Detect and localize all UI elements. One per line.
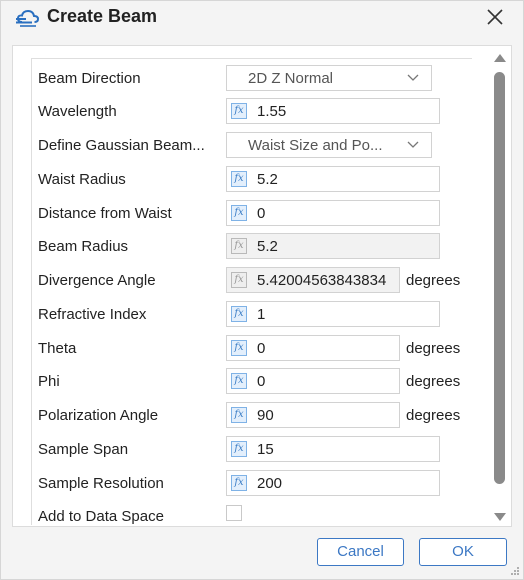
refractive-index-field[interactable]: fx 1 — [226, 301, 440, 327]
fx-expression-icon[interactable]: fx — [231, 373, 247, 389]
define-gaussian-beam-dropdown[interactable]: Waist Size and Po... — [226, 132, 432, 158]
fx-expression-icon: fx — [231, 238, 247, 254]
form-row-distance-from-waist: Distance from Waist fx 0 — [32, 199, 472, 229]
unit-label: degrees — [406, 340, 461, 357]
field-label: Divergence Angle — [38, 272, 156, 289]
form-row-add-to-data-space: Add to Data Space — [32, 502, 472, 525]
field-label: Beam Direction — [38, 70, 141, 87]
form-row-refractive-index: Refractive Index fx 1 — [32, 300, 472, 330]
field-label: Add to Data Space — [38, 508, 164, 525]
field-label: Sample Span — [38, 441, 129, 458]
form-row-theta: Theta fx 0 degrees — [32, 334, 472, 364]
form-row-polarization-angle: Polarization Angle fx 90 degrees — [32, 401, 472, 431]
divergence-angle-field: fx 5.42004563843834 — [226, 267, 400, 293]
form-row-phi: Phi fx 0 degrees — [32, 367, 472, 397]
close-icon[interactable] — [485, 7, 505, 27]
dropdown-selected-value: 2D Z Normal — [248, 70, 334, 87]
resize-grip-icon[interactable] — [510, 566, 520, 576]
field-value: 5.2 — [257, 171, 278, 188]
distance-from-waist-field[interactable]: fx 0 — [226, 200, 440, 226]
field-label: Wavelength — [38, 103, 117, 120]
create-beam-dialog: Create Beam Beam Direction 2D Z Normal Wav… — [0, 0, 524, 580]
chevron-down-icon — [407, 141, 419, 148]
form-row-sample-span: Sample Span fx 15 — [32, 435, 472, 465]
beam-direction-dropdown[interactable]: 2D Z Normal — [226, 65, 432, 91]
form-row-sample-resolution: Sample Resolution fx 200 — [32, 469, 472, 499]
field-value: 15 — [257, 441, 274, 458]
field-label: Phi — [38, 373, 60, 390]
form-row-wavelength: Wavelength fx 1.55 — [32, 97, 472, 127]
form-row-divergence-angle: Divergence Angle fx 5.42004563843834 degree… — [32, 266, 472, 296]
fx-expression-icon[interactable]: fx — [231, 205, 247, 221]
scroll-down-arrow-icon[interactable] — [494, 513, 506, 521]
beam-radius-field: fx 5.2 — [226, 233, 440, 259]
field-label: Refractive Index — [38, 306, 147, 323]
unit-label: degrees — [406, 407, 461, 424]
field-label: Waist Radius — [38, 171, 126, 188]
field-value: 1 — [257, 306, 266, 323]
fx-expression-icon[interactable]: fx — [231, 407, 247, 423]
fx-expression-icon[interactable]: fx — [231, 340, 247, 356]
field-value: 5.42004563843834 — [257, 272, 387, 289]
form-row-beam-direction: Beam Direction 2D Z Normal — [32, 64, 472, 94]
field-value: 90 — [257, 407, 274, 424]
add-to-data-space-checkbox[interactable] — [226, 505, 242, 521]
ok-button[interactable]: OK — [419, 538, 507, 566]
field-value: 5.2 — [257, 238, 278, 255]
scroll-thumb[interactable] — [494, 72, 505, 484]
fx-expression-icon[interactable]: fx — [231, 475, 247, 491]
fx-expression-icon[interactable]: fx — [231, 441, 247, 457]
field-label: Beam Radius — [38, 238, 129, 255]
unit-label: degrees — [406, 272, 461, 289]
beam-cloud-icon — [16, 9, 40, 27]
field-value: 200 — [257, 475, 283, 492]
polarization-angle-field[interactable]: fx 90 — [226, 402, 400, 428]
scroll-up-arrow-icon[interactable] — [494, 54, 506, 62]
fx-expression-icon[interactable]: fx — [231, 306, 247, 322]
sample-resolution-field[interactable]: fx 200 — [226, 470, 440, 496]
fx-expression-icon[interactable]: fx — [231, 103, 247, 119]
fx-expression-icon: fx — [231, 272, 247, 288]
vertical-scrollbar[interactable] — [490, 50, 510, 524]
field-value: 1.55 — [257, 103, 287, 120]
properties-form: Beam Direction 2D Z Normal Wavelength fx 1.5… — [31, 58, 472, 525]
field-value: 0 — [257, 373, 266, 390]
field-label: Distance from Waist — [38, 205, 172, 222]
field-label: Polarization Angle — [38, 407, 159, 424]
waist-radius-field[interactable]: fx 5.2 — [226, 166, 440, 192]
form-row-beam-radius: Beam Radius fx 5.2 — [32, 232, 472, 262]
field-label: Define Gaussian Beam... — [38, 137, 205, 154]
dropdown-selected-value: Waist Size and Po... — [248, 137, 383, 154]
unit-label: degrees — [406, 373, 461, 390]
wavelength-field[interactable]: fx 1.55 — [226, 98, 440, 124]
field-label: Theta — [38, 340, 77, 357]
field-value: 0 — [257, 205, 266, 222]
dialog-title: Create Beam — [47, 6, 158, 26]
field-label: Sample Resolution — [38, 475, 164, 492]
title-bar[interactable]: Create Beam — [1, 1, 523, 33]
chevron-down-icon — [407, 74, 419, 81]
form-row-waist-radius: Waist Radius fx 5.2 — [32, 165, 472, 195]
field-value: 0 — [257, 340, 266, 357]
fx-expression-icon[interactable]: fx — [231, 171, 247, 187]
sample-span-field[interactable]: fx 15 — [226, 436, 440, 462]
phi-field[interactable]: fx 0 — [226, 368, 400, 394]
form-row-define-gaussian-beam: Define Gaussian Beam... Waist Size and Po… — [32, 131, 472, 161]
cancel-button[interactable]: Cancel — [317, 538, 404, 566]
properties-panel: Beam Direction 2D Z Normal Wavelength fx 1.5… — [12, 45, 512, 527]
theta-field[interactable]: fx 0 — [226, 335, 400, 361]
